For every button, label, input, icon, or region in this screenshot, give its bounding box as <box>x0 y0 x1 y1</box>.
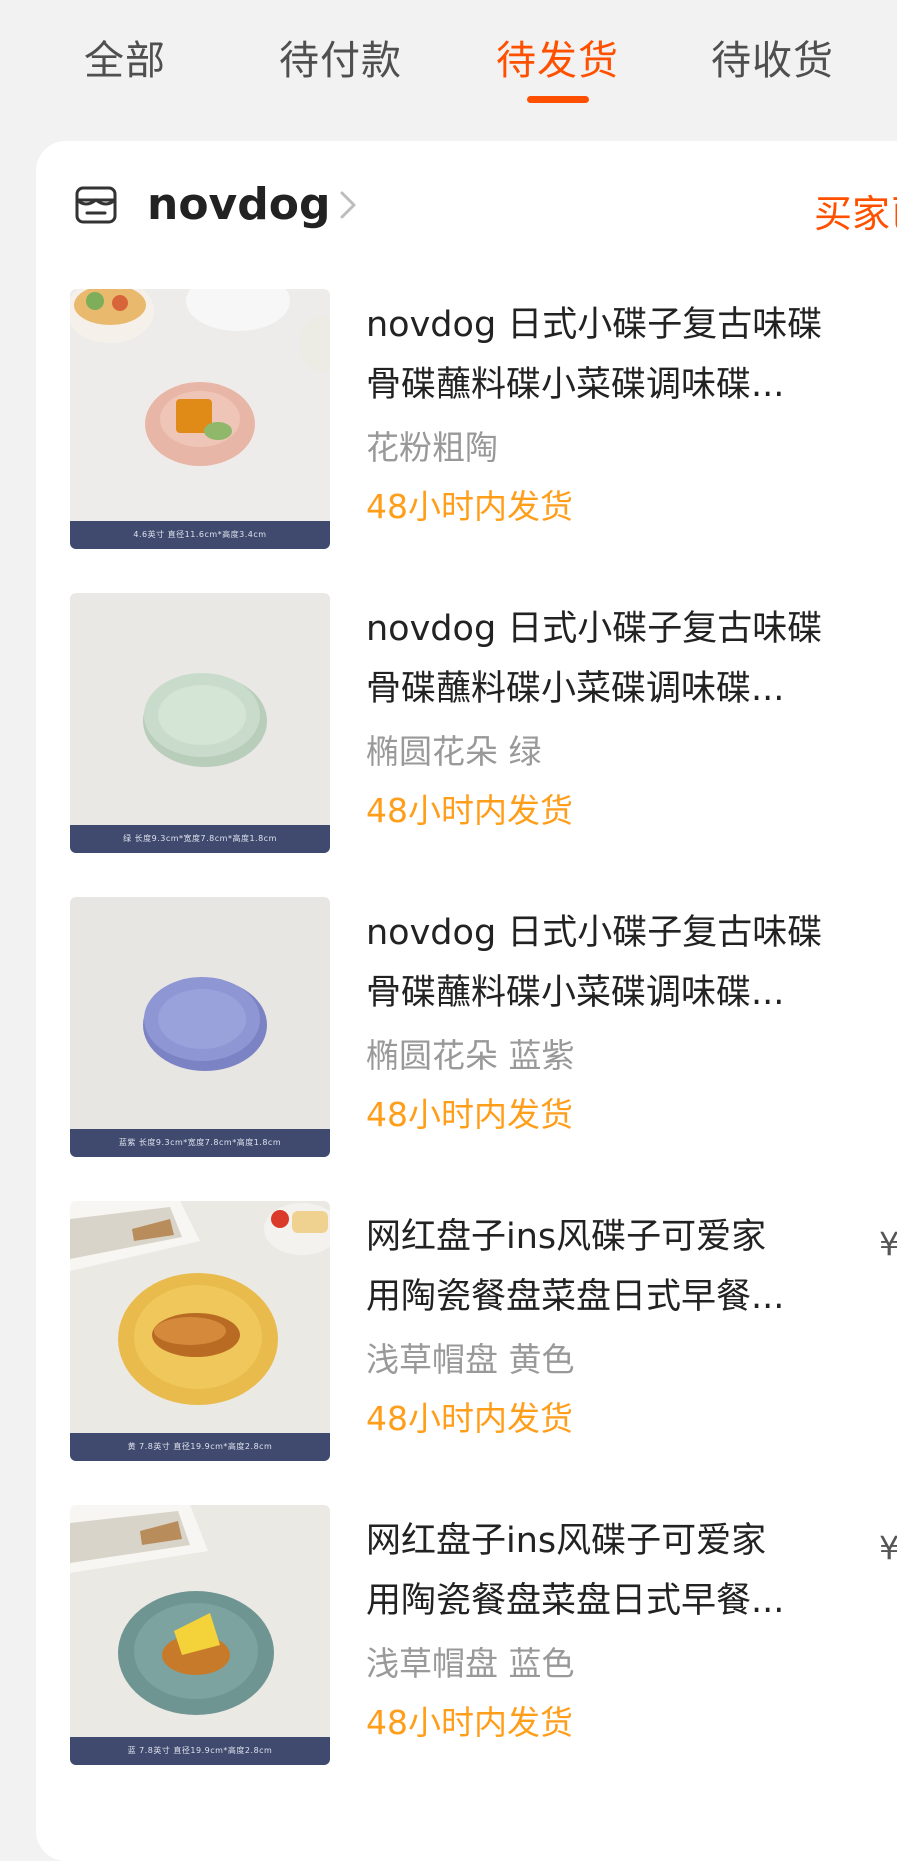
product-title-line: 网红盘子ins风碟子可爱家 <box>366 1521 767 1561</box>
product-title[interactable]: novdog 日式小碟子复古味碟 骨碟蘸料碟小菜碟调味碟... <box>366 903 886 1023</box>
product-title-line: 骨碟蘸料碟小菜碟调味碟... <box>366 365 785 405</box>
shipping-promise: 48小时内发货 <box>366 487 573 526</box>
product-title-line: 网红盘子ins风碟子可爱家 <box>366 1217 767 1257</box>
product-title[interactable]: novdog 日式小碟子复古味碟 骨碟蘸料碟小菜碟调味碟... <box>366 295 886 415</box>
thumbnail-caption: 蓝紫 长度9.3cm*宽度7.8cm*高度1.8cm <box>70 1129 330 1157</box>
product-item[interactable]: 黄 7.8英寸 直径19.9cm*高度2.8cm 网红盘子ins风碟子可爱家 用… <box>36 1201 897 1463</box>
tab-pending-payment[interactable]: 待付款 <box>279 28 402 86</box>
product-title-line: 用陶瓷餐盘菜盘日式早餐... <box>366 1277 785 1317</box>
thumbnail-caption: 4.6英寸 直径11.6cm*高度3.4cm <box>70 521 330 549</box>
tab-all[interactable]: 全部 <box>84 28 166 86</box>
product-spec: 浅草帽盘 蓝色 <box>366 1644 575 1683</box>
product-spec: 椭圆花朵 绿 <box>366 732 542 771</box>
product-spec: 花粉粗陶 <box>366 428 498 467</box>
store-name[interactable]: novdog <box>147 179 330 230</box>
product-title-line: novdog 日式小碟子复古味碟 <box>366 609 823 649</box>
product-thumbnail[interactable]: 黄 7.8英寸 直径19.9cm*高度2.8cm <box>70 1201 330 1461</box>
order-card: novdog 买家已 4.6英寸 直径11.6cm*高度3 <box>36 141 897 1861</box>
product-item[interactable]: 4.6英寸 直径11.6cm*高度3.4cm novdog 日式小碟子复古味碟 … <box>36 289 897 551</box>
product-spec: 浅草帽盘 黄色 <box>366 1340 575 1379</box>
active-tab-indicator <box>527 96 589 103</box>
order-status-tabs: 全部 待付款 待发货 待收货 <box>0 0 897 130</box>
product-title[interactable]: novdog 日式小碟子复古味碟 骨碟蘸料碟小菜碟调味碟... <box>366 599 886 719</box>
product-title-line: 骨碟蘸料碟小菜碟调味碟... <box>366 669 785 709</box>
product-title[interactable]: 网红盘子ins风碟子可爱家 用陶瓷餐盘菜盘日式早餐... <box>366 1511 886 1631</box>
product-price: ¥ <box>879 1225 897 1263</box>
shipping-promise: 48小时内发货 <box>366 791 573 830</box>
product-title-line: 用陶瓷餐盘菜盘日式早餐... <box>366 1581 785 1621</box>
order-status-text: 买家已 <box>814 192 897 236</box>
thumbnail-caption: 蓝 7.8英寸 直径19.9cm*高度2.8cm <box>70 1737 330 1765</box>
shipping-promise: 48小时内发货 <box>366 1703 573 1742</box>
product-title-line: novdog 日式小碟子复古味碟 <box>366 913 823 953</box>
product-item[interactable]: 蓝紫 长度9.3cm*宽度7.8cm*高度1.8cm novdog 日式小碟子复… <box>36 897 897 1159</box>
store-icon <box>74 185 118 225</box>
thumbnail-caption: 黄 7.8英寸 直径19.9cm*高度2.8cm <box>70 1433 330 1461</box>
product-thumbnail[interactable]: 蓝紫 长度9.3cm*宽度7.8cm*高度1.8cm <box>70 897 330 1157</box>
product-title[interactable]: 网红盘子ins风碟子可爱家 用陶瓷餐盘菜盘日式早餐... <box>366 1207 886 1327</box>
product-thumbnail[interactable]: 4.6英寸 直径11.6cm*高度3.4cm <box>70 289 330 549</box>
tab-pending-shipment[interactable]: 待发货 <box>496 28 619 86</box>
product-spec: 椭圆花朵 蓝紫 <box>366 1036 575 1075</box>
tab-pending-receipt[interactable]: 待收货 <box>711 28 834 86</box>
thumbnail-caption: 绿 长度9.3cm*宽度7.8cm*高度1.8cm <box>70 825 330 853</box>
product-thumbnail[interactable]: 绿 长度9.3cm*宽度7.8cm*高度1.8cm <box>70 593 330 853</box>
chevron-right-icon[interactable] <box>334 189 362 221</box>
product-item[interactable]: 蓝 7.8英寸 直径19.9cm*高度2.8cm 网红盘子ins风碟子可爱家 用… <box>36 1505 897 1767</box>
shipping-promise: 48小时内发货 <box>366 1095 573 1134</box>
shipping-promise: 48小时内发货 <box>366 1399 573 1438</box>
store-header[interactable]: novdog 买家已 <box>36 141 897 271</box>
product-thumbnail[interactable]: 蓝 7.8英寸 直径19.9cm*高度2.8cm <box>70 1505 330 1765</box>
product-price: ¥ <box>879 1529 897 1567</box>
product-title-line: novdog 日式小碟子复古味碟 <box>366 305 823 345</box>
product-title-line: 骨碟蘸料碟小菜碟调味碟... <box>366 973 785 1013</box>
product-item[interactable]: 绿 长度9.3cm*宽度7.8cm*高度1.8cm novdog 日式小碟子复古… <box>36 593 897 855</box>
